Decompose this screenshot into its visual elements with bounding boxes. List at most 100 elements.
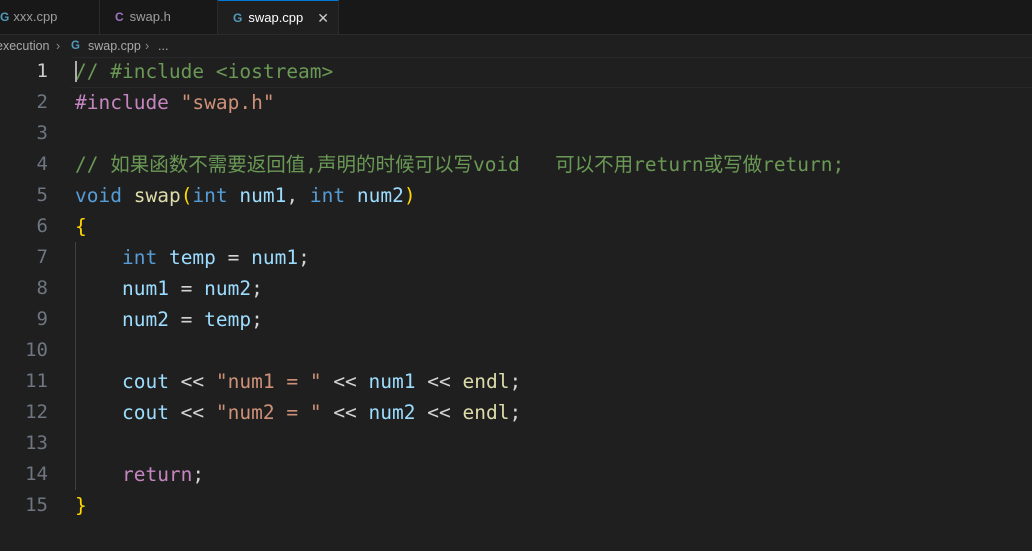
- code-text: int temp = num1;: [75, 242, 310, 273]
- code-line[interactable]: 8 num1 = num2;: [0, 273, 1032, 304]
- close-icon[interactable]: ✕: [317, 1, 329, 34]
- line-number: 1: [36, 60, 48, 82]
- code-token: num2: [356, 184, 404, 207]
- tab-label: xxx.cpp: [13, 9, 58, 24]
- code-token: swap: [133, 184, 181, 207]
- line-number: 11: [25, 370, 48, 392]
- tab-swap-cpp[interactable]: Gswap.cpp ✕: [218, 0, 339, 34]
- code-line[interactable]: 12 cout << "num2 = " << num2 << endl;: [0, 397, 1032, 428]
- code-token: ;: [251, 308, 263, 331]
- code-token: #include: [75, 91, 169, 114]
- code-token: ;: [509, 370, 522, 393]
- code-token: ;: [298, 246, 310, 269]
- code-text: // 如果函数不需要返回值,声明的时候可以写void 可以不用return或写做…: [75, 149, 844, 180]
- tab-swap-h[interactable]: Cswap.h: [100, 0, 218, 34]
- code-token: =: [168, 277, 205, 300]
- code-token: num1: [251, 246, 299, 269]
- line-number: 6: [36, 215, 48, 237]
- code-token: endl: [462, 370, 510, 393]
- code-line[interactable]: 3: [0, 118, 1032, 149]
- code-token: }: [75, 494, 87, 517]
- code-line[interactable]: 7 int temp = num1;: [0, 242, 1032, 273]
- c-header-file-icon: C: [115, 10, 124, 24]
- code-token: ;: [192, 463, 205, 486]
- code-text: {: [75, 211, 87, 242]
- chevron-right-icon: ›: [56, 39, 61, 53]
- code-token: // 如果函数不需要返回值,声明的时候可以写void 可以不用return或写做…: [75, 153, 845, 176]
- line-number: 12: [25, 401, 48, 423]
- line-number: 9: [36, 308, 48, 330]
- code-token: num1: [239, 184, 287, 207]
- code-token: ): [403, 184, 416, 207]
- code-token: num1: [368, 370, 416, 393]
- code-line[interactable]: 13: [0, 428, 1032, 459]
- breadcrumb-file[interactable]: swap.cpp: [88, 35, 141, 57]
- code-token: num2: [204, 277, 252, 300]
- code-line[interactable]: 10: [0, 335, 1032, 366]
- code-token: int: [121, 246, 158, 269]
- code-text: #include "swap.h": [75, 87, 275, 118]
- code-line[interactable]: 5 void swap(int num1, int num2): [0, 180, 1032, 211]
- code-line[interactable]: 14 return;: [0, 459, 1032, 490]
- breadcrumb-folder[interactable]: execution: [0, 35, 50, 57]
- line-number: 10: [25, 339, 48, 361]
- code-text: num2 = temp;: [75, 304, 263, 335]
- code-token: ;: [509, 401, 522, 424]
- code-token: =: [168, 308, 205, 331]
- code-text: void swap(int num1, int num2): [75, 180, 416, 211]
- tab-label: swap.h: [129, 9, 171, 24]
- code-text: num1 = num2;: [75, 273, 263, 304]
- code-token: "num1 = ": [215, 370, 322, 393]
- code-token: endl: [462, 401, 510, 424]
- code-line[interactable]: 15}: [0, 490, 1032, 521]
- code-token: "num2 = ": [215, 401, 322, 424]
- line-number: 14: [25, 463, 48, 485]
- code-token: ;: [251, 277, 263, 300]
- code-token: <<: [321, 370, 369, 393]
- code-line[interactable]: 11 cout << "num1 = " << num1 << endl;: [0, 366, 1032, 397]
- code-token: <<: [415, 401, 463, 424]
- code-line[interactable]: 2 #include "swap.h": [0, 87, 1032, 118]
- line-number: 15: [25, 494, 48, 516]
- line-number: 4: [36, 153, 48, 175]
- code-token: num2: [368, 401, 416, 424]
- code-token: cout: [121, 370, 169, 393]
- code-editor[interactable]: 1 // #include <iostream> 2 #include "swap.h…: [0, 56, 1032, 551]
- code-token: {: [75, 215, 87, 238]
- editor-tab-bar: Gxxx.cpp Cswap.h Gswap.cpp ✕: [0, 0, 1032, 35]
- breadcrumb: execution › G swap.cpp › ...: [0, 35, 1032, 57]
- line-number: 5: [36, 184, 48, 206]
- code-text: cout << "num1 = " << num1 << endl;: [75, 366, 521, 397]
- cpp-file-icon: G: [71, 40, 80, 52]
- code-token: ,: [286, 184, 310, 207]
- chevron-right-icon: ›: [145, 39, 150, 53]
- code-token: <<: [415, 370, 463, 393]
- code-line[interactable]: 9 num2 = temp;: [0, 304, 1032, 335]
- code-token: (: [180, 184, 193, 207]
- code-line[interactable]: 1 // #include <iostream>: [0, 56, 1032, 87]
- breadcrumb-symbol[interactable]: ...: [158, 35, 168, 57]
- code-line[interactable]: 6{: [0, 211, 1032, 242]
- code-token: // #include <iostream>: [75, 60, 334, 83]
- code-line[interactable]: 4 // 如果函数不需要返回值,声明的时候可以写void 可以不用return或写…: [0, 149, 1032, 180]
- line-number: 2: [36, 91, 48, 113]
- code-token: "swap.h": [180, 91, 275, 114]
- cpp-file-icon: G: [0, 10, 10, 24]
- text-cursor: [75, 61, 77, 82]
- code-token: int: [309, 184, 346, 207]
- code-token: cout: [121, 401, 169, 424]
- code-token: temp: [168, 246, 216, 269]
- line-number: 3: [36, 122, 48, 144]
- line-number: 7: [36, 246, 48, 268]
- code-token: temp: [204, 308, 252, 331]
- code-token: void: [75, 184, 122, 207]
- tab-xxx-cpp[interactable]: Gxxx.cpp: [0, 0, 100, 34]
- code-token: <<: [168, 401, 216, 424]
